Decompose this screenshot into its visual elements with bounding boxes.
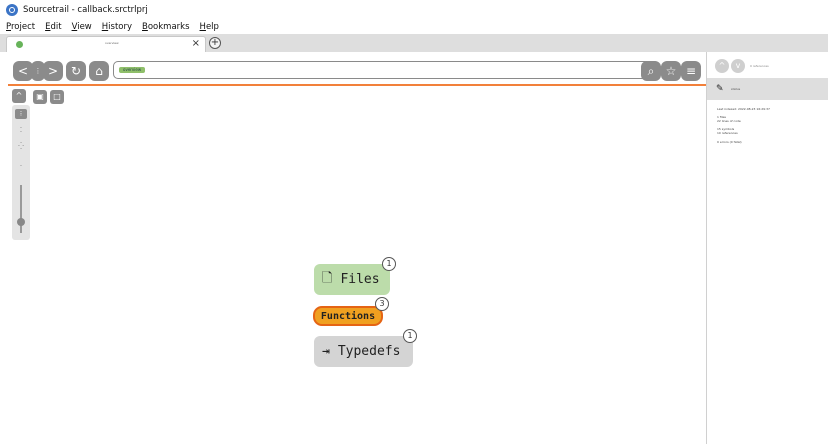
menu-project[interactable]: Project [6,22,35,32]
search-toolbar: < ⋮ > ↻ ⌂ overview ⌕ ☆ ≡ [0,52,706,85]
functions-node-label: Functions [320,310,376,322]
status-last-indexed: Last indexed: 2022-08-23 16:29:37 [717,107,770,111]
status-header: ✎ status [707,78,828,100]
files-node-label: Files [340,272,380,287]
active-view-indicator [8,84,706,86]
menu-bookmarks[interactable]: Bookmarks [142,22,190,32]
group-by-file-icon[interactable]: ⁚ [15,125,27,135]
depth-indicator-icon: · [19,162,23,170]
back-button[interactable]: < [13,61,33,81]
refresh-button[interactable]: ↻ [66,61,86,81]
status-lines-of-code: 22 lines of code [717,119,741,123]
collapse-graph-button[interactable]: ^ [12,89,26,103]
menu-bar: Project Edit View History Bookmarks Help [0,20,828,34]
files-node[interactable]: 🗋 Files [314,264,390,295]
menu-help[interactable]: Help [200,22,219,32]
menu-history[interactable]: History [102,22,132,32]
prev-reference-button[interactable]: ^ [715,59,729,73]
status-panel: ^ v 0 references ✎ status Last indexed: … [706,52,828,444]
functions-node[interactable]: Functions [313,306,383,326]
typedef-icon: ⇥ [322,344,330,359]
home-button[interactable]: ⌂ [89,61,109,81]
code-view-toggle-icon[interactable]: ▣ [33,90,47,104]
group-by-namespace-icon[interactable]: ⁝ [15,109,27,119]
menu-edit[interactable]: Edit [45,22,61,32]
window-title: Sourcetrail - callback.srctrlprj [23,5,148,15]
status-errors: 0 errors (0 fatal) [717,140,742,144]
tab-label: overview [105,41,119,45]
file-icon: 🗋 [322,270,333,286]
tab-status-dot [16,41,23,48]
layout-toggle-icon[interactable]: ⁛ [15,141,27,151]
add-tab-button[interactable]: + [209,37,221,49]
typedefs-node-label: Typedefs [337,344,401,359]
search-button[interactable]: ⌕ [641,61,661,81]
typedefs-node[interactable]: ⇥ Typedefs [314,336,413,367]
forward-button[interactable]: > [43,61,63,81]
next-reference-button[interactable]: v [731,59,745,73]
bookmarks-menu-button[interactable]: ≡ [681,61,701,81]
tab-overview[interactable]: overview × [6,36,206,52]
files-count-badge: 1 [382,257,396,271]
functions-count-badge: 3 [375,297,389,311]
typedefs-count-badge: 1 [403,329,417,343]
search-input[interactable]: overview [113,61,659,79]
edit-icon: ✎ [716,84,724,94]
status-references: 10 references [717,131,738,135]
bookmark-button[interactable]: ☆ [661,61,681,81]
menu-view[interactable]: View [72,22,92,32]
file-view-toggle-icon[interactable]: □ [50,90,64,104]
tab-bar: overview × + [0,34,828,53]
graph-tools-panel: ⁝ ⁚ ⁛ · [12,105,30,240]
close-tab-icon[interactable]: × [192,38,200,49]
search-token-overview[interactable]: overview [119,67,146,73]
sourcetrail-logo-icon [6,4,18,16]
status-header-text: status [731,87,741,91]
title-bar: Sourcetrail - callback.srctrlprj [0,0,828,20]
depth-slider-handle[interactable] [17,218,25,226]
reference-count-label: 0 references [750,64,769,68]
